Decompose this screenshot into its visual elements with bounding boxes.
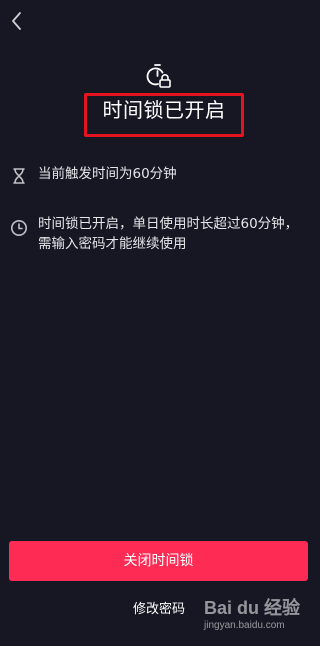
lock-description-line-1: 时间锁已开启，单日使用时长超过60分钟， bbox=[38, 216, 299, 232]
page-title: 时间锁已开启 bbox=[102, 98, 226, 122]
change-password-link[interactable]: 修改密码 bbox=[129, 600, 189, 620]
hourglass-icon bbox=[10, 167, 28, 185]
trigger-time-text: 当前触发时间为60分钟 bbox=[38, 166, 177, 182]
watermark-url: jingyan.baidu.com bbox=[204, 620, 285, 631]
lock-description-line-2: 需输入密码才能继续使用 bbox=[38, 236, 187, 252]
clock-icon bbox=[10, 219, 28, 237]
timer-lock-icon bbox=[146, 63, 172, 89]
lock-description-text: 时间锁已开启，单日使用时长超过60分钟， 需输入密码才能继续使用 bbox=[38, 214, 308, 254]
watermark-brand: Bai du 经验 bbox=[204, 598, 301, 618]
back-button[interactable] bbox=[9, 10, 25, 32]
chevron-left-icon bbox=[12, 12, 21, 30]
close-timelock-button[interactable]: 关闭时间锁 bbox=[9, 541, 308, 581]
baidu-watermark: Bai du 经验 jingyan.baidu.com bbox=[204, 594, 304, 640]
